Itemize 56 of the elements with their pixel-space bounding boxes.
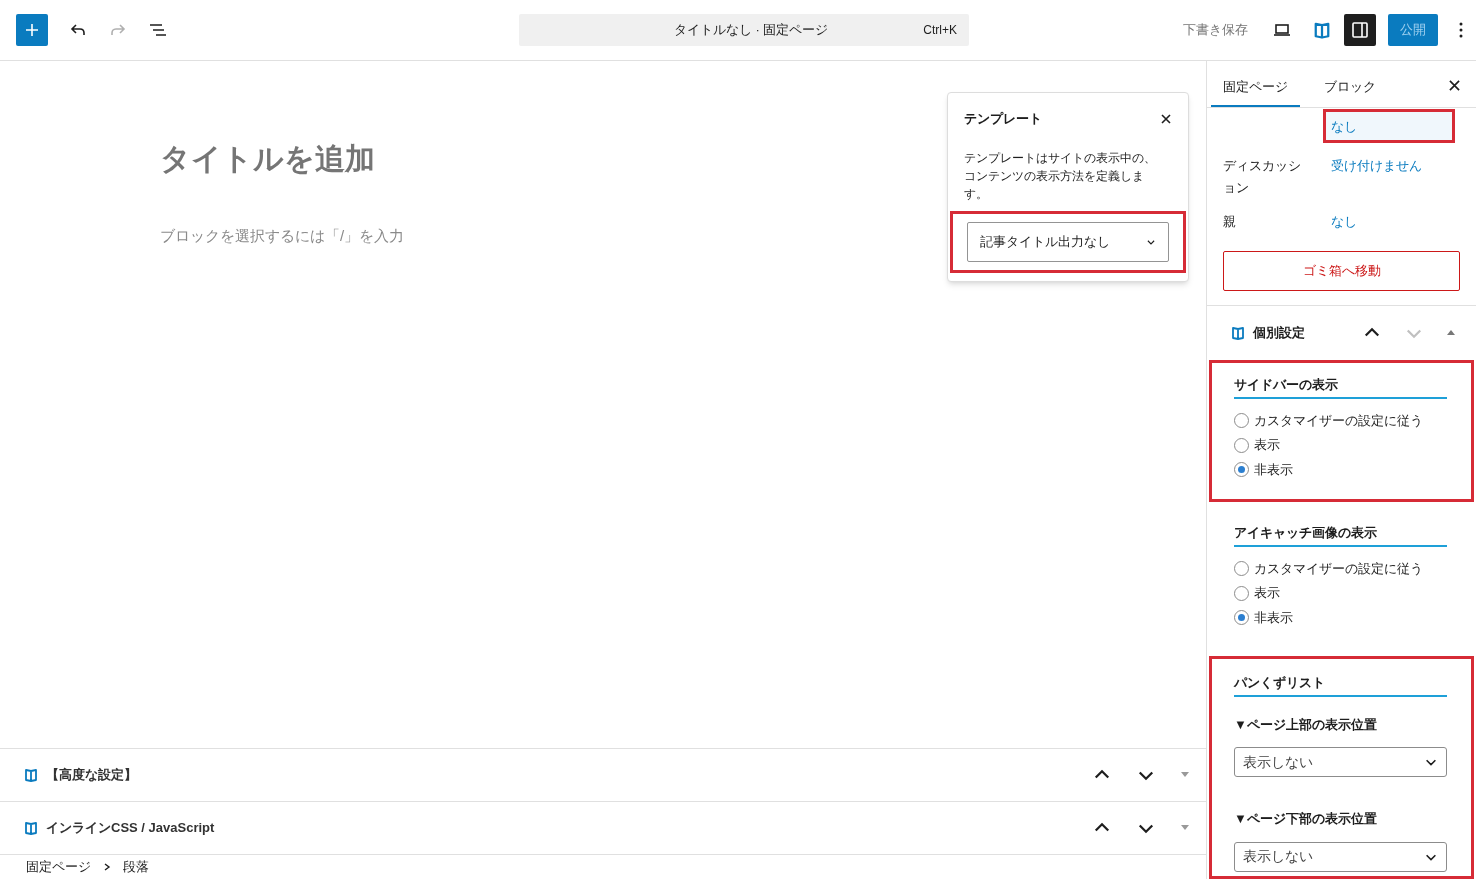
book-icon [24,821,38,835]
title-placeholder[interactable]: タイトルを追加 [160,136,375,181]
shortcut-hint: Ctrl+K [923,22,958,39]
metabox-header[interactable]: 【高度な設定】 [0,748,1206,801]
field-label: ▼ページ上部の表示位置 [1234,716,1378,734]
metabox-title: 【高度な設定】 [46,766,137,785]
section-heading: サイドバーの表示 [1234,375,1447,399]
book-icon [24,768,38,782]
select-field[interactable]: 表示しない [1234,747,1447,778]
chevron-right-icon [103,863,111,871]
panel-header[interactable]: 個別設定 [1207,304,1476,360]
metabox-header[interactable]: インラインCSS / JavaScript [0,801,1206,854]
radio-label: 非表示 [1254,461,1293,479]
block-placeholder[interactable]: ブロックを選択するには「/」を入力 [160,225,405,248]
template-select[interactable]: 記事タイトル出力なし [967,221,1169,262]
field-value-link[interactable]: なし [1323,108,1455,143]
radio-label: カスタマイザーの設定に従う [1254,412,1423,430]
add-block-button[interactable] [16,14,48,46]
radio-button[interactable] [1234,561,1249,577]
radio-label: カスタマイザーの設定に従う [1254,560,1423,578]
command-bar[interactable]: タイトルなし · 固定ページ Ctrl+K [519,14,969,46]
select-field[interactable]: 表示しない [1234,842,1447,872]
book-icon [1231,325,1245,340]
radio-label: 非表示 [1254,609,1293,627]
field-label: 親 [1223,213,1236,229]
radio-button[interactable] [1234,437,1249,453]
radio-button[interactable] [1234,610,1249,626]
field-label: ▼ページ下部の表示位置 [1234,810,1378,829]
section-heading: パンくずリスト [1234,673,1447,697]
close-icon[interactable] [1449,80,1460,92]
plus-icon [24,22,40,38]
field-label: ディスカッション [1223,157,1301,195]
trash-button[interactable]: ゴミ箱へ移動 [1223,250,1460,291]
field-value-link[interactable]: なし [1331,210,1357,233]
sidebar-tab[interactable]: ブロック [1312,61,1388,107]
popover-title: テンプレート [964,110,1043,128]
radio-button[interactable] [1234,462,1249,478]
field-value-link[interactable]: 受け付けません [1331,154,1422,177]
book-icon[interactable] [1312,20,1332,40]
radio-label: 表示 [1254,584,1280,603]
sidebar-tab[interactable]: 固定ページ [1211,61,1300,107]
radio-button[interactable] [1234,585,1249,601]
radio-button[interactable] [1234,413,1249,429]
panel-title: 個別設定 [1253,323,1305,342]
breadcrumb-link[interactable]: 固定ページ [26,857,91,877]
sidebar-icon [1351,21,1369,39]
more-options-icon[interactable] [1458,21,1464,39]
save-draft-button[interactable]: 下書き保存 [1175,20,1256,40]
settings-button[interactable] [1344,14,1376,46]
section-heading: アイキャッチ画像の表示 [1234,523,1447,547]
radio-label: 表示 [1254,436,1280,455]
metabox-title: インラインCSS / JavaScript [46,819,215,838]
breadcrumb-link[interactable]: 段落 [123,857,149,877]
popover-description: テンプレートはサイトの表示中の、コンテンツの表示方法を定義します。 [963,149,1157,203]
page-title: タイトルなし · 固定ページ [672,21,830,40]
close-icon[interactable] [1160,112,1172,125]
